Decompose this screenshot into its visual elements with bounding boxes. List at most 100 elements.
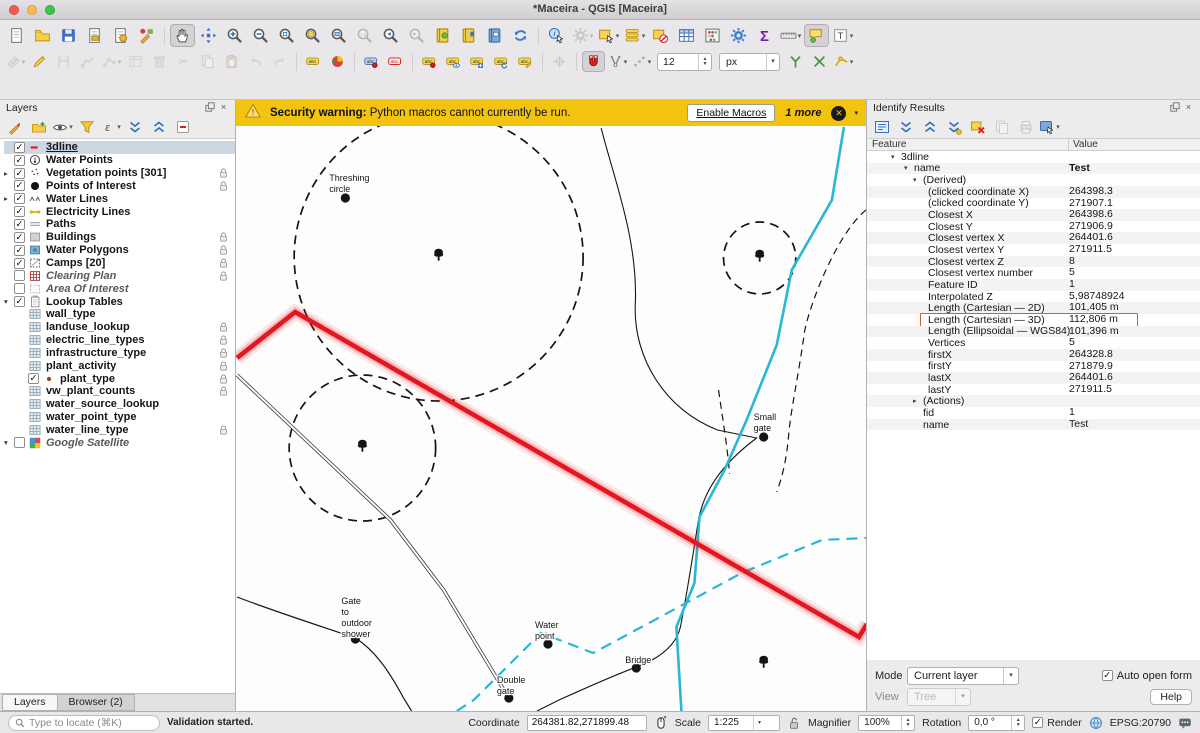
layer-item-buildings[interactable]: ✓Buildings: [4, 231, 235, 244]
rotation-spinbox[interactable]: 0,0 °▲▼: [968, 715, 1025, 731]
snapping-options-button[interactable]: ▾: [630, 51, 653, 72]
identify-row-length-cartesian-2d-[interactable]: Length (Cartesian — 2D)101,405 m: [867, 302, 1200, 314]
identify-row-firsty[interactable]: firstY271879.9: [867, 361, 1200, 373]
dropdown-caret-icon[interactable]: ▾: [798, 32, 802, 40]
snapping-mode-button[interactable]: ▾: [606, 51, 629, 72]
minimize-window-button[interactable]: [27, 5, 37, 15]
deselect-features-button[interactable]: [648, 24, 673, 47]
layer-visibility-checkbox[interactable]: ✓: [14, 180, 25, 191]
feature-column-header[interactable]: Feature: [867, 139, 1069, 150]
filter-legend-button[interactable]: [76, 117, 97, 137]
refresh-button[interactable]: [508, 24, 533, 47]
layer-visibility-checkbox[interactable]: ✓: [14, 232, 25, 243]
layer-item-wall-type[interactable]: wall_type: [4, 308, 235, 321]
dropdown-caret-icon[interactable]: ▾: [624, 58, 628, 66]
identify-row--actions-[interactable]: ▸(Actions): [867, 395, 1200, 407]
expander-icon[interactable]: ▾: [4, 297, 14, 306]
enable-macros-button[interactable]: Enable Macros: [687, 104, 775, 122]
identify-row--clicked-coordinate-y-[interactable]: (clicked coordinate Y)271907.1: [867, 198, 1200, 210]
pan-to-selection-button[interactable]: [196, 24, 221, 47]
identify-row-closest-y[interactable]: Closest Y271906.9: [867, 221, 1200, 233]
layer-item-google-satellite[interactable]: ▾Google Satellite: [4, 436, 235, 449]
layout-manager-button[interactable]: [108, 24, 133, 47]
identify-row--derived-[interactable]: ▾(Derived): [867, 174, 1200, 186]
layer-item-water-polygons[interactable]: ✓Water Polygons: [4, 244, 235, 257]
zoom-to-selection-button[interactable]: [300, 24, 325, 47]
layer-item-water-source-lookup[interactable]: water_source_lookup: [4, 398, 235, 411]
filter-by-expression-button[interactable]: ε▾: [100, 117, 121, 137]
identify-row-closest-vertex-x[interactable]: Closest vertex X264401.6: [867, 232, 1200, 244]
move-label-button[interactable]: abc: [418, 51, 441, 72]
move-label-diagram-button[interactable]: abc: [466, 51, 489, 72]
expander-icon[interactable]: ▾: [4, 438, 14, 447]
identify-features-button[interactable]: i: [544, 24, 569, 47]
float-panel-icon[interactable]: [1169, 102, 1180, 113]
identify-row-length-cartesian-3d-[interactable]: Length (Cartesian — 3D)112,806 m: [867, 314, 1200, 326]
snap-on-intersection-button[interactable]: ▾: [832, 51, 855, 72]
text-annotation-button[interactable]: T▾: [830, 24, 855, 47]
banner-close-caret-icon[interactable]: ▾: [854, 109, 858, 117]
banner-more-link[interactable]: 1 more: [785, 107, 821, 119]
layer-item-electric-line-types[interactable]: electric_line_types: [4, 334, 235, 347]
layer-item-paths[interactable]: ✓Paths: [4, 218, 235, 231]
stepper-icons[interactable]: ▲▼: [698, 54, 711, 70]
tab-layers[interactable]: Layers: [2, 694, 58, 711]
identify-row-vertices[interactable]: Vertices5: [867, 337, 1200, 349]
layer-item-plant-activity[interactable]: plant_activity: [4, 359, 235, 372]
identify-row-closest-vertex-z[interactable]: Closest vertex Z8: [867, 256, 1200, 268]
layer-labeling-button[interactable]: abc: [302, 51, 325, 72]
change-label-button[interactable]: abc: [514, 51, 537, 72]
layer-visibility-checkbox[interactable]: ✓: [14, 193, 25, 204]
expand-new-results-button[interactable]: [943, 117, 964, 137]
layer-item-area-of-interest[interactable]: Area Of Interest: [4, 282, 235, 295]
dropdown-caret-icon[interactable]: ▾: [117, 123, 121, 131]
layer-visibility-checkbox[interactable]: [14, 283, 25, 294]
dropdown-caret-icon[interactable]: ▾: [616, 32, 620, 40]
layer-item-water-point-type[interactable]: water_point_type: [4, 411, 235, 424]
identify-row-interpolated-z[interactable]: Interpolated Z5,98748924: [867, 291, 1200, 303]
enable-snapping-button[interactable]: [582, 51, 605, 72]
show-bookmarks-button[interactable]: [456, 24, 481, 47]
layer-item-3dline[interactable]: ✓3dline: [4, 141, 235, 154]
clear-results-button[interactable]: [967, 117, 988, 137]
map-canvas[interactable]: ! Security warning: Python macros cannot…: [236, 100, 866, 711]
expander-icon[interactable]: ▾: [891, 153, 901, 161]
expander-icon[interactable]: ▾: [913, 176, 923, 184]
crs-globe-icon[interactable]: [1089, 716, 1103, 730]
dropdown-caret-icon[interactable]: ▾: [118, 58, 122, 66]
scale-select[interactable]: 1:225▾: [708, 715, 780, 731]
identify-row-closest-x[interactable]: Closest X264398.6: [867, 209, 1200, 221]
style-manager-button[interactable]: [134, 24, 159, 47]
crs-status[interactable]: EPSG:20790: [1110, 717, 1171, 729]
layer-visibility-checkbox[interactable]: ✓: [14, 206, 25, 217]
identify-form-view-button[interactable]: [871, 117, 892, 137]
render-checkbox[interactable]: ✓: [1032, 717, 1043, 728]
identify-row-closest-vertex-y[interactable]: Closest vertex Y271911.5: [867, 244, 1200, 256]
select-by-value-button[interactable]: ▾: [622, 24, 647, 47]
dropdown-caret-icon[interactable]: ▾: [850, 58, 854, 66]
expander-icon[interactable]: ▾: [904, 164, 914, 172]
layer-visibility-checkbox[interactable]: ✓: [28, 373, 39, 384]
identify-row-closest-vertex-number[interactable]: Closest vertex number5: [867, 267, 1200, 279]
zoom-window-button[interactable]: [45, 5, 55, 15]
new-print-layout-button[interactable]: [82, 24, 107, 47]
banner-close-icon[interactable]: ✕: [831, 106, 846, 121]
snapping-unit-select[interactable]: px▾: [719, 53, 780, 71]
close-panel-icon[interactable]: ×: [218, 102, 229, 113]
lock-scale-icon[interactable]: [787, 716, 801, 730]
layer-item-electricity-lines[interactable]: ✓Electricity Lines: [4, 205, 235, 218]
statistical-summary-button[interactable]: Σ: [752, 24, 777, 47]
pan-map-button[interactable]: [170, 24, 195, 47]
open-attribute-table-button[interactable]: [674, 24, 699, 47]
intersection-snapping-button[interactable]: [808, 51, 831, 72]
new-map-view-button[interactable]: [482, 24, 507, 47]
save-project-button[interactable]: [56, 24, 81, 47]
zoom-out-button[interactable]: [248, 24, 273, 47]
dropdown-caret-icon[interactable]: ▾: [590, 32, 594, 40]
layer-visibility-checkbox[interactable]: [14, 270, 25, 281]
magnifier-spinbox[interactable]: 100%▲▼: [858, 715, 915, 731]
new-bookmark-button[interactable]: [430, 24, 455, 47]
identify-row--clicked-coordinate-x-[interactable]: (clicked coordinate X)264398.3: [867, 186, 1200, 198]
expander-icon[interactable]: ▸: [4, 169, 14, 178]
mouse-position-icon[interactable]: [654, 716, 668, 730]
